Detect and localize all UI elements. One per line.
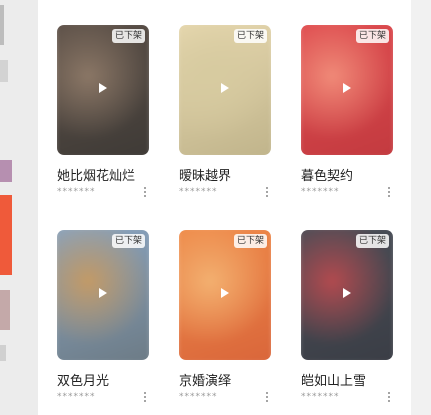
play-icon[interactable] xyxy=(99,83,107,93)
drama-author: ******* xyxy=(57,392,96,402)
play-icon[interactable] xyxy=(343,83,351,93)
more-options-icon[interactable] xyxy=(141,186,149,200)
content-panel: 已下架 她比烟花灿烂 ******* 已下架 暧昧越界 ******* 已下架 … xyxy=(38,0,411,415)
drama-card[interactable]: 已下架 京婚演绎 ******* xyxy=(179,230,271,402)
play-icon[interactable] xyxy=(221,288,229,298)
drama-title[interactable]: 京婚演绎 xyxy=(179,370,231,389)
drama-title[interactable]: 双色月光 xyxy=(57,370,109,389)
drama-thumbnail[interactable]: 已下架 xyxy=(301,25,393,155)
background-block xyxy=(0,160,12,182)
drama-title[interactable]: 暮色契约 xyxy=(301,165,353,184)
more-options-icon[interactable] xyxy=(385,186,393,200)
status-badge: 已下架 xyxy=(111,234,145,248)
background-block xyxy=(0,290,10,330)
drama-thumbnail[interactable]: 已下架 xyxy=(57,230,149,360)
more-options-icon[interactable] xyxy=(385,391,393,405)
more-options-icon[interactable] xyxy=(141,391,149,405)
drama-title[interactable]: 暧昧越界 xyxy=(179,165,231,184)
drama-title[interactable]: 皑如山上雪 xyxy=(301,370,366,389)
play-icon[interactable] xyxy=(343,288,351,298)
drama-title[interactable]: 她比烟花灿烂 xyxy=(57,165,135,184)
drama-author: ******* xyxy=(301,187,340,197)
status-badge: 已下架 xyxy=(355,234,389,248)
play-icon[interactable] xyxy=(221,83,229,93)
background-block xyxy=(0,195,12,275)
drama-author: ******* xyxy=(57,187,96,197)
drama-card[interactable]: 已下架 双色月光 ******* xyxy=(57,230,149,402)
status-badge: 已下架 xyxy=(233,29,267,43)
drama-author: ******* xyxy=(179,392,218,402)
background-page-strip xyxy=(411,0,431,415)
drama-thumbnail[interactable]: 已下架 xyxy=(57,25,149,155)
drama-card[interactable]: 已下架 暮色契约 ******* xyxy=(301,25,393,197)
drama-author: ******* xyxy=(301,392,340,402)
background-page-strip xyxy=(0,0,38,415)
status-badge: 已下架 xyxy=(355,29,389,43)
play-icon[interactable] xyxy=(99,288,107,298)
more-options-icon[interactable] xyxy=(263,391,271,405)
drama-thumbnail[interactable]: 已下架 xyxy=(301,230,393,360)
more-options-icon[interactable] xyxy=(263,186,271,200)
drama-author: ******* xyxy=(179,187,218,197)
background-block xyxy=(0,60,8,82)
background-block xyxy=(0,345,6,361)
drama-thumbnail[interactable]: 已下架 xyxy=(179,230,271,360)
drama-card[interactable]: 已下架 皑如山上雪 ******* xyxy=(301,230,393,402)
status-badge: 已下架 xyxy=(233,234,267,248)
drama-card[interactable]: 已下架 她比烟花灿烂 ******* xyxy=(57,25,149,197)
drama-thumbnail[interactable]: 已下架 xyxy=(179,25,271,155)
status-badge: 已下架 xyxy=(111,29,145,43)
background-block xyxy=(0,5,4,45)
drama-card[interactable]: 已下架 暧昧越界 ******* xyxy=(179,25,271,197)
